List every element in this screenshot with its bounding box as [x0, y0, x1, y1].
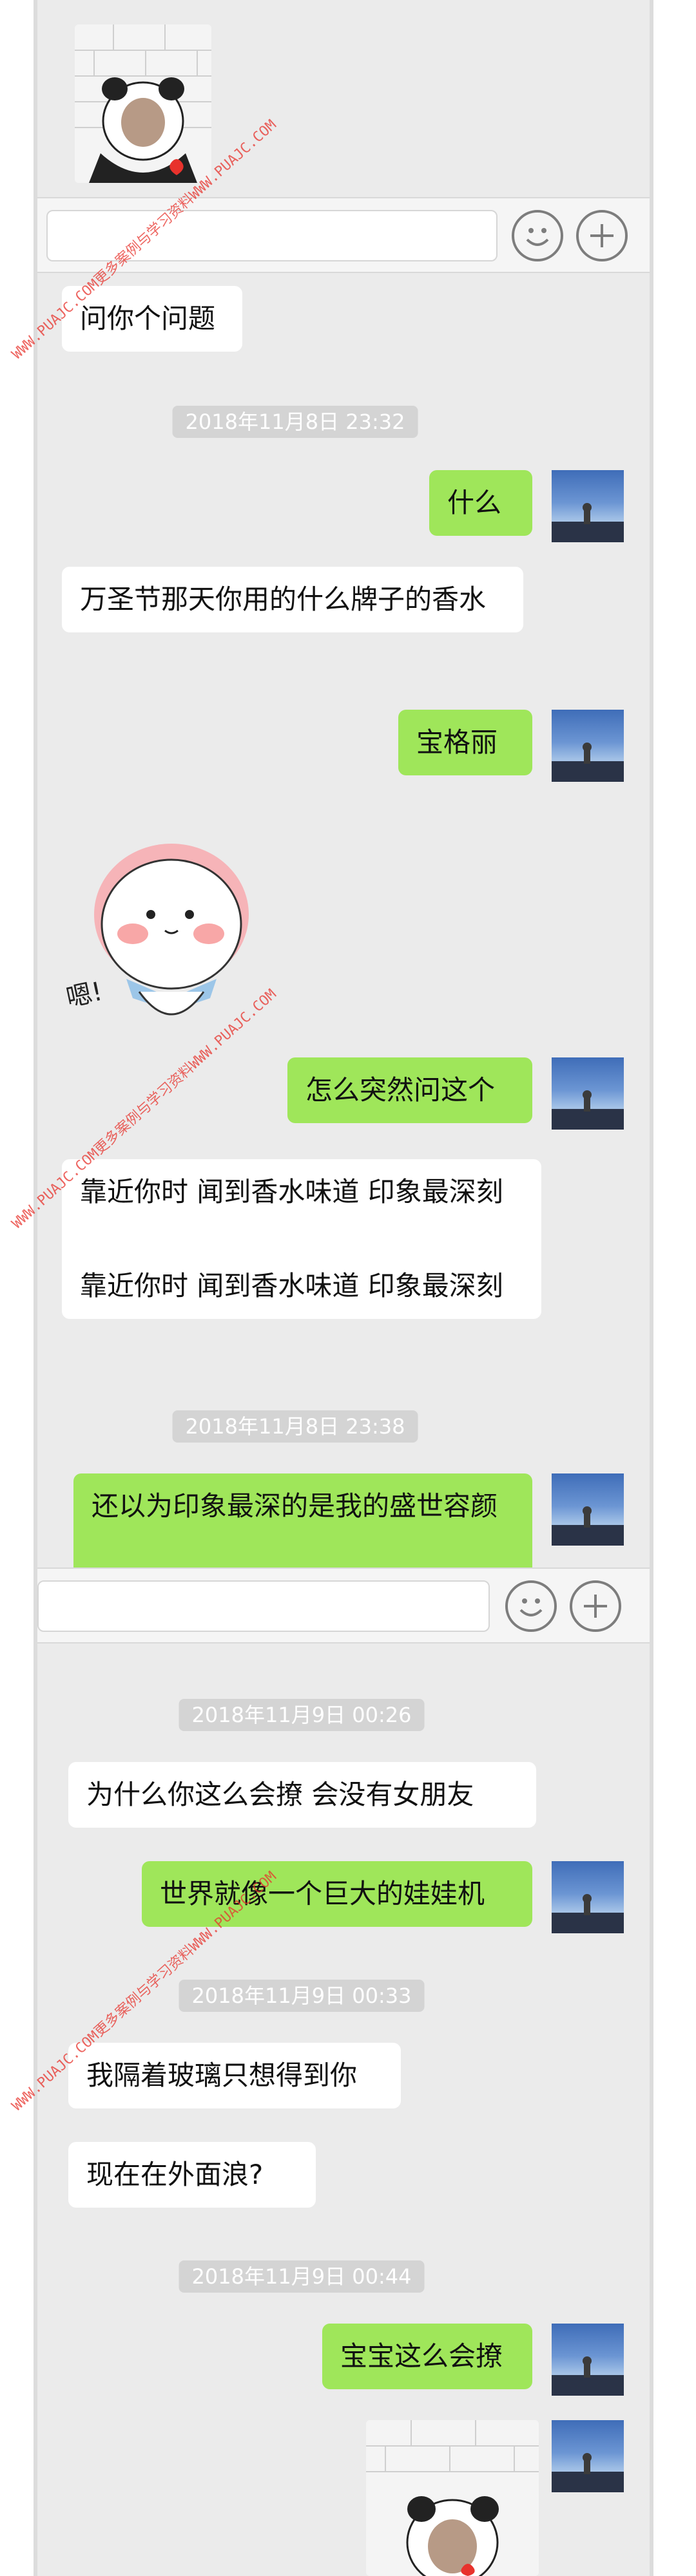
message-received[interactable]: 靠近你时 闻到香水味道 印象最深刻: [62, 1253, 541, 1319]
timestamp: 2018年11月8日 23:38: [172, 1410, 418, 1443]
message-sent[interactable]: 还以为印象最深的是我的盛世容颜: [73, 1473, 532, 1567]
sticker-caption: 嗯!: [63, 976, 106, 1014]
message-sent[interactable]: 世界就像一个巨大的娃娃机: [142, 1861, 532, 1927]
smiley-icon[interactable]: [505, 1580, 557, 1632]
sticker-cute-bun[interactable]: 嗯!: [62, 805, 263, 1037]
timestamp: 2018年11月9日 00:44: [179, 2260, 425, 2293]
message-sent[interactable]: 宝格丽: [398, 710, 532, 775]
chat-input-bar: [37, 1567, 650, 1643]
message-received[interactable]: 为什么你这么会撩 会没有女朋友: [68, 1762, 536, 1828]
smiley-icon[interactable]: [512, 210, 563, 261]
message-received[interactable]: 靠近你时 闻到香水味道 印象最深刻: [62, 1159, 541, 1253]
chat-screenshot-column: 问你个问题 2018年11月8日 23:32 什么 万圣节那天你用的什么牌子的香…: [34, 0, 653, 2576]
timestamp: 2018年11月9日 00:26: [179, 1699, 425, 1731]
avatar-self: [552, 2324, 624, 2396]
message-received[interactable]: 万圣节那天你用的什么牌子的香水: [62, 567, 523, 632]
avatar-self: [552, 1861, 624, 1933]
plus-icon[interactable]: [576, 210, 628, 261]
meme-sticker-panda[interactable]: [75, 24, 211, 183]
message-sent[interactable]: 宝宝这么会撩: [322, 2324, 532, 2389]
timestamp: 2018年11月8日 23:32: [172, 406, 418, 438]
avatar-self: [552, 1057, 624, 1130]
meme-sticker-panda[interactable]: [366, 2420, 539, 2576]
avatar-self: [552, 2420, 624, 2492]
message-received[interactable]: 现在在外面浪?: [68, 2142, 316, 2208]
plus-icon[interactable]: [570, 1580, 621, 1632]
avatar-self: [552, 1473, 624, 1546]
message-sent[interactable]: 怎么突然问这个: [287, 1057, 532, 1123]
avatar-self: [552, 710, 624, 782]
avatar-self: [552, 470, 624, 542]
timestamp: 2018年11月9日 00:33: [179, 1980, 425, 2012]
message-sent[interactable]: 什么: [429, 470, 532, 536]
message-received[interactable]: 我隔着玻璃只想得到你: [68, 2043, 401, 2108]
message-input[interactable]: [37, 1580, 490, 1632]
